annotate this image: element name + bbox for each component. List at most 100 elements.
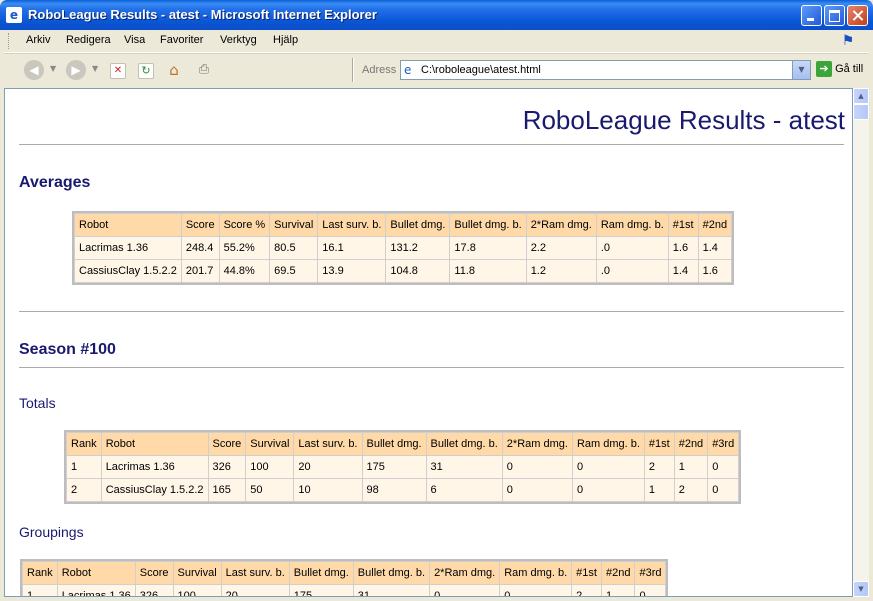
menu-redigera[interactable]: Redigera bbox=[66, 34, 111, 46]
column-header: #2nd bbox=[674, 433, 708, 455]
table-cell: 1.4 bbox=[668, 260, 698, 282]
groupings-table: Rank Robot Score Survival Last surv. b. Bulle… bbox=[20, 559, 669, 596]
column-header: Score bbox=[135, 562, 173, 584]
column-header: 2*Ram dmg. bbox=[502, 433, 572, 455]
column-header: Last surv. b. bbox=[294, 433, 362, 455]
back-dropdown-icon[interactable]: ▼ bbox=[50, 64, 56, 73]
home-icon[interactable]: ⌂ bbox=[164, 60, 184, 80]
column-header: Bullet dmg. bbox=[362, 433, 426, 455]
menu-favoriter[interactable]: Favoriter bbox=[160, 34, 203, 46]
column-header: #3rd bbox=[635, 562, 666, 584]
column-header: Bullet dmg. bbox=[386, 214, 450, 236]
table-cell: 326 bbox=[208, 456, 246, 478]
forward-dropdown-icon[interactable]: ▼ bbox=[92, 64, 98, 73]
table-cell: 2 bbox=[67, 479, 101, 501]
table-cell: 2 bbox=[644, 456, 674, 478]
divider bbox=[19, 311, 844, 312]
toolbar: ◀ ▼ ▶ ▼ ✕ ↻ ⌂ ⎙ Adress e ▼ ➔ Gå till bbox=[4, 53, 869, 89]
menu-visa[interactable]: Visa bbox=[124, 34, 145, 46]
table-cell: 0 bbox=[500, 585, 572, 596]
table-cell: 6 bbox=[426, 479, 502, 501]
table-cell: 2 bbox=[674, 479, 708, 501]
scroll-thumb[interactable] bbox=[853, 104, 869, 120]
table-cell: 11.8 bbox=[450, 260, 526, 282]
table-cell: 20 bbox=[294, 456, 362, 478]
totals-table: Rank Robot Score Survival Last surv. b. Bulle… bbox=[64, 430, 742, 504]
divider bbox=[19, 367, 844, 368]
totals-heading: Totals bbox=[19, 395, 56, 411]
table-cell: 104.8 bbox=[386, 260, 450, 282]
column-header: Ram dmg. b. bbox=[572, 433, 644, 455]
column-header: #1st bbox=[668, 214, 698, 236]
column-header: Score bbox=[181, 214, 219, 236]
column-header: Survival bbox=[246, 433, 294, 455]
table-cell: 55.2% bbox=[219, 237, 270, 259]
table-cell: 13.9 bbox=[318, 260, 386, 282]
table-cell: CassiusClay 1.5.2.2 bbox=[75, 260, 181, 282]
table-cell: 17.8 bbox=[450, 237, 526, 259]
vertical-scrollbar[interactable]: ▲ ▼ bbox=[853, 88, 869, 597]
table-cell: 248.4 bbox=[181, 237, 219, 259]
table-cell: .0 bbox=[596, 237, 668, 259]
averages-table: Robot Score Score % Survival Last surv. b. Bu… bbox=[72, 211, 735, 285]
table-cell: 16.1 bbox=[318, 237, 386, 259]
scroll-up-icon[interactable]: ▲ bbox=[853, 88, 869, 104]
column-header: #2nd bbox=[601, 562, 635, 584]
address-dropdown-icon[interactable]: ▼ bbox=[792, 61, 810, 79]
table-header-row: Robot Score Score % Survival Last surv. b. Bu… bbox=[75, 214, 732, 236]
column-header: Robot bbox=[75, 214, 181, 236]
address-label: Adress bbox=[362, 64, 397, 76]
browser-window: e RoboLeague Results - atest - Microsoft… bbox=[0, 0, 873, 601]
table-cell: Lacrimas 1.36 bbox=[75, 237, 181, 259]
page-title: RoboLeague Results - atest bbox=[522, 105, 845, 135]
address-input[interactable] bbox=[421, 62, 791, 78]
window-title: RoboLeague Results - atest - Microsoft I… bbox=[28, 7, 377, 22]
address-bar[interactable]: e ▼ bbox=[400, 60, 811, 80]
scroll-down-icon[interactable]: ▼ bbox=[853, 581, 869, 597]
table-cell: 1 bbox=[67, 456, 101, 478]
table-cell: 165 bbox=[208, 479, 246, 501]
groupings-heading: Groupings bbox=[19, 524, 84, 540]
stop-icon[interactable]: ✕ bbox=[110, 63, 126, 79]
forward-icon[interactable]: ▶ bbox=[66, 60, 86, 80]
table-cell: 100 bbox=[246, 456, 294, 478]
print-icon[interactable]: ⎙ bbox=[194, 60, 214, 80]
menubar-grip[interactable] bbox=[8, 33, 12, 49]
column-header: Robot bbox=[101, 433, 208, 455]
menu-arkiv[interactable]: Arkiv bbox=[26, 34, 50, 46]
table-row: 1 Lacrimas 1.36 326 100 20 175 31 0 0 2 1 0 bbox=[23, 585, 666, 596]
page-content: RoboLeague Results - atest Averages Robo… bbox=[4, 88, 853, 597]
table-cell: 131.2 bbox=[386, 237, 450, 259]
minimize-button[interactable] bbox=[801, 5, 822, 26]
back-icon[interactable]: ◀ bbox=[24, 60, 44, 80]
windows-logo-icon: ⚑ bbox=[841, 33, 855, 49]
column-header: Ram dmg. b. bbox=[596, 214, 668, 236]
column-header: #1st bbox=[644, 433, 674, 455]
table-row: CassiusClay 1.5.2.2 201.7 44.8% 69.5 13.9 104… bbox=[75, 260, 732, 282]
table-cell: Lacrimas 1.36 bbox=[101, 456, 208, 478]
table-cell: 80.5 bbox=[270, 237, 318, 259]
column-header: #2nd bbox=[698, 214, 732, 236]
go-button[interactable]: ➔ Gå till bbox=[816, 61, 866, 79]
refresh-icon[interactable]: ↻ bbox=[138, 63, 154, 79]
column-header: 2*Ram dmg. bbox=[430, 562, 500, 584]
table-cell: 98 bbox=[362, 479, 426, 501]
menu-hjalp[interactable]: Hjälp bbox=[273, 34, 298, 46]
table-cell: 1 bbox=[601, 585, 635, 596]
table-row: 2 CassiusClay 1.5.2.2 165 50 10 98 6 0 0 1 2 0 bbox=[67, 479, 739, 501]
column-header: Bullet dmg. b. bbox=[450, 214, 526, 236]
table-cell: 0 bbox=[572, 479, 644, 501]
table-cell: 69.5 bbox=[270, 260, 318, 282]
season-heading: Season #100 bbox=[19, 341, 116, 358]
table-cell: 0 bbox=[708, 479, 739, 501]
title-bar[interactable]: e RoboLeague Results - atest - Microsoft… bbox=[0, 0, 873, 30]
table-cell: 1.6 bbox=[668, 237, 698, 259]
table-cell: 175 bbox=[362, 456, 426, 478]
table-cell: 2 bbox=[572, 585, 601, 596]
column-header: #3rd bbox=[708, 433, 739, 455]
menu-verktyg[interactable]: Verktyg bbox=[220, 34, 257, 46]
maximize-button[interactable] bbox=[824, 5, 845, 26]
table-cell: .0 bbox=[596, 260, 668, 282]
close-button[interactable] bbox=[847, 5, 868, 26]
table-cell: 326 bbox=[135, 585, 173, 596]
